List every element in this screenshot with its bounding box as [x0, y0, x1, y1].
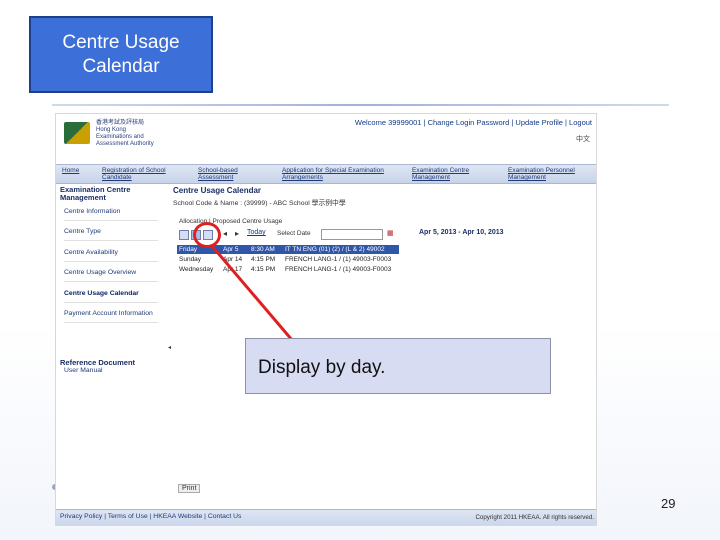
- row-date: Apr 5: [223, 246, 239, 253]
- sidebar-item-payment-account[interactable]: Payment Account Information: [64, 310, 153, 317]
- previous-arrow-icon[interactable]: ◂: [223, 229, 227, 238]
- table-row[interactable]: Wednesday Apr 17 4:15 PM FRENCH LANG-1 /…: [177, 265, 399, 274]
- today-button[interactable]: Today: [247, 229, 266, 236]
- callout-box: Display by day.: [245, 338, 551, 394]
- callout-text: Display by day.: [258, 357, 386, 378]
- nav-centre-management[interactable]: Examination Centre Management: [412, 167, 469, 181]
- nav-personnel-management[interactable]: Examination Personnel Management: [508, 167, 575, 181]
- sidebar-divider: [64, 322, 158, 323]
- select-date-input[interactable]: [321, 229, 383, 240]
- nav-registration[interactable]: Registration of School Candidate: [102, 167, 166, 181]
- sidebar-item-centre-usage-calendar[interactable]: Centre Usage Calendar: [64, 290, 139, 297]
- portal-header: 香港考試及評核局 Hong Kong Examinations and Asse…: [56, 114, 596, 164]
- logo-text: 香港考試及評核局 Hong Kong Examinations and Asse…: [96, 120, 154, 147]
- row-day: Friday: [179, 246, 198, 253]
- print-button[interactable]: Print: [178, 484, 201, 493]
- page-number: 29: [661, 496, 676, 511]
- list-view-icon[interactable]: [179, 230, 189, 240]
- user-manual-link[interactable]: User Manual: [64, 367, 103, 374]
- school-info: School Code & Name : (39999) - ABC Schoo…: [173, 200, 346, 207]
- footer-links[interactable]: Privacy Policy | Terms of Use | HKEAA We…: [60, 513, 241, 520]
- portal-screenshot: 香港考試及評核局 Hong Kong Examinations and Asse…: [55, 113, 597, 526]
- main-nav: Home Registration of School Candidate Sc…: [56, 164, 596, 184]
- sidebar-divider: [64, 281, 158, 282]
- next-arrow-icon[interactable]: ▸: [235, 229, 239, 238]
- nav-special-arrangements[interactable]: Application for Special Examination Arra…: [282, 167, 384, 181]
- row-time: 8:30 AM: [251, 246, 275, 253]
- portal-footer: Privacy Policy | Terms of Use | HKEAA We…: [56, 509, 596, 525]
- page-title: Centre Usage Calendar: [173, 186, 262, 195]
- sidebar-item-centre-information[interactable]: Centre Information: [64, 208, 120, 215]
- sidebar-divider: [64, 261, 158, 262]
- slide-title-box: Centre Usage Calendar: [29, 16, 213, 93]
- sidebar-divider: [64, 302, 158, 303]
- row-time: 4:15 PM: [251, 266, 276, 273]
- language-link[interactable]: 中文: [576, 134, 590, 144]
- date-range: Apr 5, 2013 - Apr 10, 2013: [419, 229, 504, 236]
- row-date: Apr 14: [223, 256, 243, 263]
- sidebar: Examination Centre Management Centre Inf…: [56, 184, 164, 484]
- copyright: Copyright 2011 HKEAA. All rights reserve…: [475, 514, 594, 521]
- sidebar-item-centre-type[interactable]: Centre Type: [64, 228, 101, 235]
- sidebar-heading: Examination Centre Management: [60, 185, 131, 202]
- row-day: Wednesday: [179, 266, 214, 273]
- main-content: Centre Usage Calendar School Code & Name…: [173, 184, 595, 484]
- row-exam: FRENCH LANG-1 / (1) 49003-F0003: [285, 256, 392, 263]
- row-date: Apr 17: [223, 266, 243, 273]
- calendar-picker-icon[interactable]: ▦: [387, 229, 394, 237]
- collapse-arrow-icon[interactable]: ◂: [168, 344, 171, 351]
- sidebar-divider: [64, 240, 158, 241]
- table-row[interactable]: Sunday Apr 14 4:15 PM FRENCH LANG-1 / (1…: [177, 255, 399, 264]
- nav-sba[interactable]: School-based Assessment: [198, 167, 238, 181]
- select-date-label: Select Date: [277, 230, 311, 237]
- row-exam: IT TN ENG (01) (2) / (L & 2) 49002: [285, 246, 385, 253]
- highlight-circle: [193, 222, 221, 248]
- title-divider: [52, 104, 669, 106]
- account-links[interactable]: Welcome 39999001 | Change Login Password…: [355, 118, 592, 127]
- nav-home[interactable]: Home: [62, 167, 79, 174]
- sidebar-divider: [64, 220, 158, 221]
- row-exam: FRENCH LANG-1 / (1) 49003-F0003: [285, 266, 392, 273]
- calendar-toolbar: ◂ ▸ Today Select Date ▦ Apr 5, 2013 - Ap…: [179, 229, 589, 242]
- view-tabs[interactable]: Allocation | Proposed Centre Usage: [179, 218, 282, 225]
- row-time: 4:15 PM: [251, 256, 276, 263]
- reference-heading: Reference Document: [60, 358, 136, 367]
- slide-title: Centre Usage Calendar: [62, 31, 180, 77]
- row-day: Sunday: [179, 256, 202, 263]
- hkeaa-logo: [64, 122, 90, 144]
- sidebar-item-centre-availability[interactable]: Centre Availability: [64, 249, 118, 256]
- sidebar-item-centre-usage-overview[interactable]: Centre Usage Overview: [64, 269, 136, 276]
